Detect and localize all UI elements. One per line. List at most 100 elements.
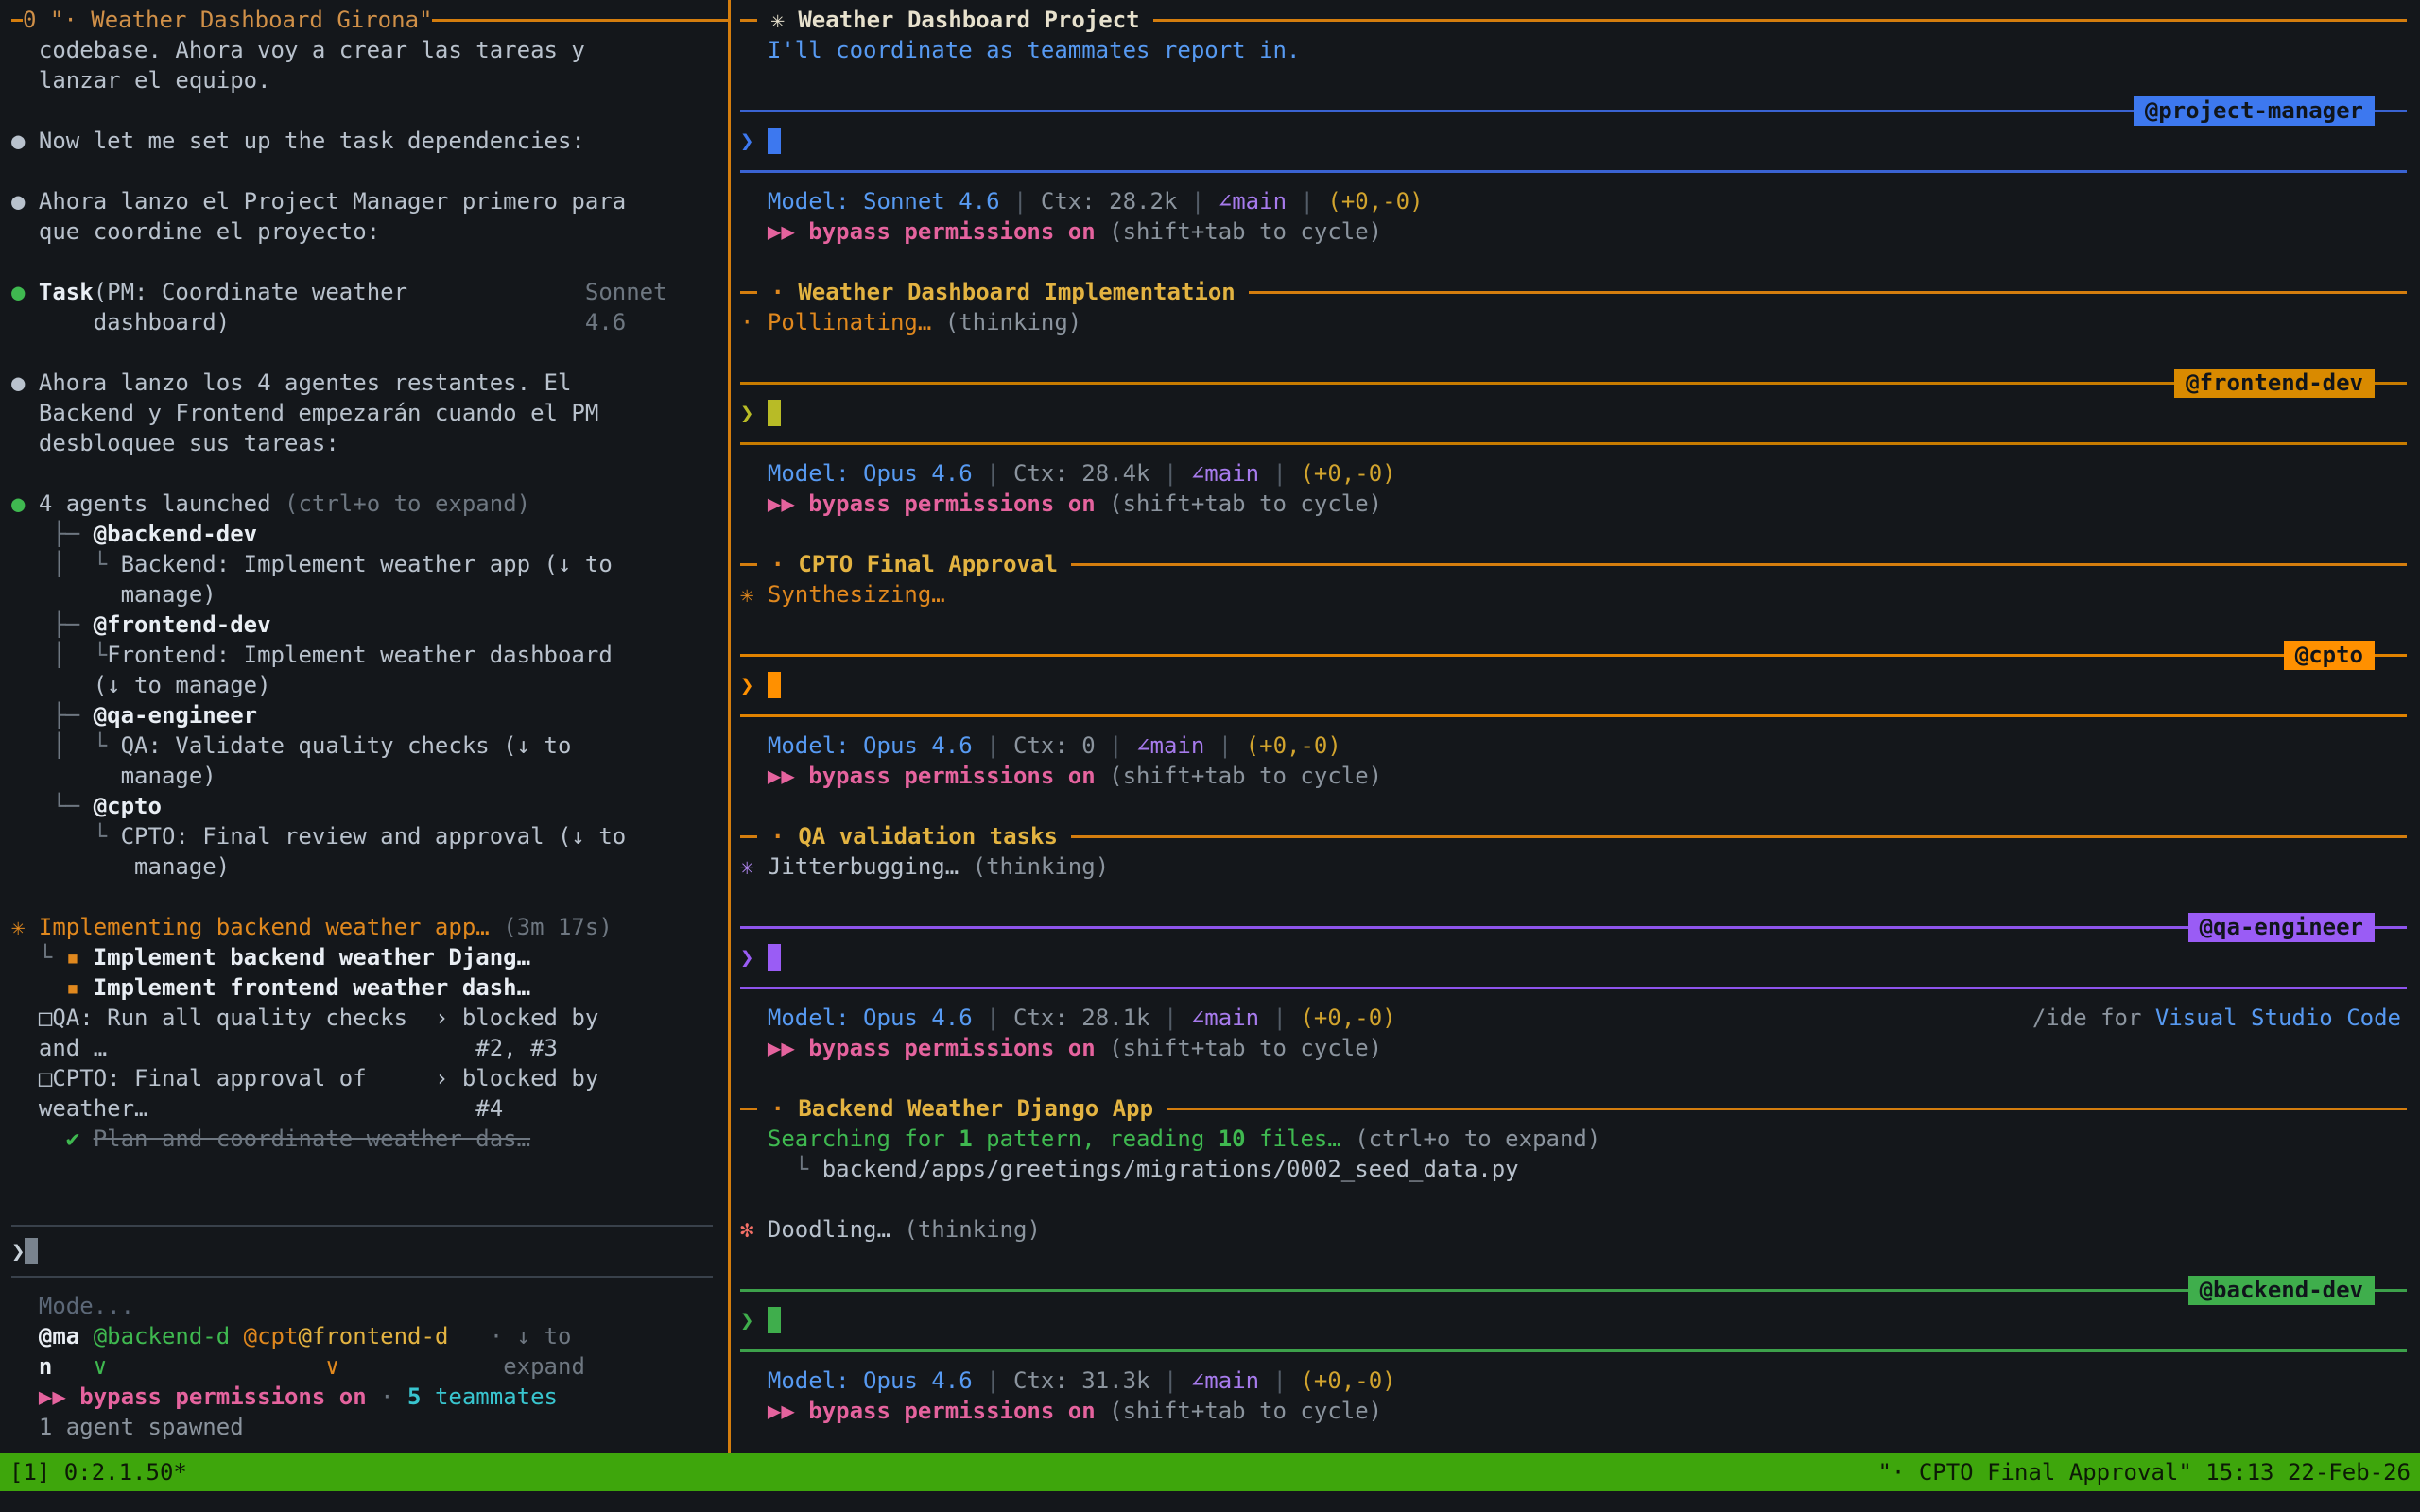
text-segment: | — [973, 732, 1013, 759]
terminal-line: ● Task(PM: Coordinate weather Sonnet — [11, 277, 728, 307]
terminal-line: codebase. Ahora voy a crear las tareas y — [11, 35, 728, 65]
border-line — [740, 110, 2134, 112]
text-segment: ✳ — [757, 7, 798, 33]
text-segment: (3m 17s) — [503, 914, 613, 940]
text-segment: Plan and coordinate weather das… — [94, 1125, 530, 1152]
text-segment: | — [973, 460, 1013, 487]
text-segment: que coordine el proyecto: — [11, 218, 380, 245]
text-segment: (PM: Coordinate weather — [94, 279, 407, 305]
frontend-dev-input-bottom-border — [740, 428, 2407, 458]
terminal-line: desbloquee sus tareas: — [11, 428, 728, 458]
text-segment: @ma — [11, 1323, 79, 1349]
terminal-line — [740, 1063, 2407, 1093]
text-segment: Model: Opus 4.6 — [740, 1367, 973, 1394]
terminal-line: dashboard) 4.6 — [11, 307, 728, 337]
text-segment: | — [1204, 732, 1245, 759]
text-segment: @backend-d — [94, 1323, 231, 1349]
backend-dev-input-bottom-border — [740, 1335, 2407, 1366]
text-segment: ∠main — [1191, 1005, 1259, 1031]
cpto-prompt-input[interactable]: ❯ — [740, 670, 2407, 700]
project-manager-prompt-input[interactable]: ❯ — [740, 126, 2407, 156]
text-segment: 10 — [1219, 1125, 1246, 1152]
text-segment: | — [1287, 188, 1327, 215]
text-segment: Pollinating… — [768, 309, 945, 335]
text-segment: (+0,-0) — [1327, 188, 1423, 215]
terminal-line — [740, 65, 2407, 95]
text-segment: | — [1259, 460, 1300, 487]
terminal-line: Backend y Frontend empezarán cuando el P… — [11, 398, 728, 428]
backend-dev-prompt-input[interactable]: ❯ — [740, 1305, 2407, 1335]
text-segment: └ — [740, 1156, 822, 1182]
agent-section-project-manager: ✳ Weather Dashboard Project I'll coordin… — [740, 5, 2407, 277]
text-segment: · — [740, 309, 768, 335]
text-segment: pattern, reading — [973, 1125, 1219, 1152]
status-window-list[interactable]: [1] 0:2.1.50* — [9, 1459, 187, 1486]
text-segment: Backend: Implement weather app (↓ to — [121, 551, 613, 577]
terminal-line: └ ▪ Implement backend weather Djang… — [11, 942, 728, 972]
prompt-chevron-icon: ❯ — [740, 400, 768, 426]
terminal-line: ● Ahora lanzo los 4 agentes restantes. E… — [11, 368, 728, 398]
terminal-line — [740, 337, 2407, 368]
terminal-line — [11, 337, 728, 368]
backend-dev-input-top-border: @backend-dev — [740, 1275, 2407, 1305]
text-segment: Ctx: 28.1k — [1013, 1005, 1150, 1031]
frontend-dev-prompt-input[interactable]: ❯ — [740, 398, 2407, 428]
text-segment: | — [973, 1005, 1013, 1031]
text-segment: (+0,-0) — [1246, 732, 1341, 759]
terminal-line — [11, 458, 728, 489]
text-segment: ▶▶ bypass permissions on — [740, 763, 1109, 789]
text-cursor — [768, 1307, 781, 1333]
text-segment: CPTO Final Approval — [798, 551, 1071, 577]
cpto-model-line: Model: Opus 4.6 | Ctx: 0 | ∠main | (+0,-… — [740, 730, 2407, 761]
header-line — [740, 291, 757, 294]
text-segment: ├─ — [11, 521, 94, 547]
terminal-line: ● 4 agents launched (ctrl+o to expand) — [11, 489, 728, 519]
text-segment: ✔ — [11, 1125, 94, 1152]
text-segment: and … — [11, 1035, 107, 1061]
terminal-line: weather… #4 — [11, 1093, 728, 1124]
border-line — [740, 170, 2407, 173]
left-prompt-input[interactable]: ❯ — [11, 1227, 728, 1276]
project-manager-model-line: Model: Sonnet 4.6 | Ctx: 28.2k | ∠main |… — [740, 186, 2407, 216]
text-segment: □QA: Run all quality checks — [11, 1005, 435, 1031]
text-segment: Weather Dashboard Project — [798, 7, 1153, 33]
text-segment: #2, #3 — [107, 1035, 558, 1061]
text-segment: (+0,-0) — [1300, 460, 1395, 487]
text-segment: @frontend-dev — [94, 611, 271, 638]
text-segment: Jitterbugging… — [768, 853, 973, 880]
header-line — [1153, 19, 2407, 22]
terminal-line: □CPTO: Final approval of › blocked by — [11, 1063, 728, 1093]
terminal-line: ├─ @backend-dev — [11, 519, 728, 549]
text-segment — [79, 1323, 93, 1349]
text-segment: · — [757, 1095, 798, 1122]
text-segment: ∨ — [325, 1353, 338, 1380]
terminal-line: manage) — [11, 761, 728, 791]
terminal-line: └ CPTO: Final review and approval (↓ to — [11, 821, 728, 851]
section-header-qa-engineer: · QA validation tasks — [740, 821, 2407, 851]
agent-section-cpto: · CPTO Final Approval ✳ Synthesizing…@cp… — [740, 549, 2407, 821]
text-segment: ├─ — [11, 702, 94, 729]
terminal-line: │ └ QA: Validate quality checks (↓ to — [11, 730, 728, 761]
section-header-frontend-dev: · Weather Dashboard Implementation — [740, 277, 2407, 307]
terminal-line — [740, 1426, 2407, 1453]
text-segment — [107, 1353, 325, 1380]
qa-engineer-bypass-line: ▶▶ bypass permissions on (shift+tab to c… — [740, 1033, 2407, 1063]
text-segment: (shift+tab to cycle) — [1109, 763, 1382, 789]
text-segment: Ctx: 28.4k — [1013, 460, 1150, 487]
text-segment: · — [757, 551, 798, 577]
border-line — [2375, 1289, 2407, 1292]
qa-engineer-status-line: ✳ Jitterbugging… (thinking) — [740, 851, 2407, 882]
text-segment: I'll coordinate as teammates report in. — [740, 37, 1300, 63]
terminal-line — [740, 882, 2407, 912]
frontend-dev-input-top-border: @frontend-dev — [740, 368, 2407, 398]
left-bottom-block: ❯ Mode... @ma @backend-d @cpt@frontend-d… — [11, 1225, 728, 1453]
text-segment: Weather Dashboard Implementation — [798, 279, 1249, 305]
text-segment: Model: Opus 4.6 — [740, 1005, 973, 1031]
prompt-chevron-icon: ❯ — [740, 944, 768, 971]
qa-engineer-prompt-input[interactable]: ❯ — [740, 942, 2407, 972]
text-segment — [230, 1323, 243, 1349]
agent-section-backend-dev: · Backend Weather Django App Searching f… — [740, 1093, 2407, 1453]
text-segment: ✳ — [11, 914, 39, 940]
left-pane: 0 "· Weather Dashboard Girona" codebase.… — [0, 0, 728, 1453]
terminal-line: ▶▶ bypass permissions on · 5 teammates — [11, 1382, 728, 1412]
